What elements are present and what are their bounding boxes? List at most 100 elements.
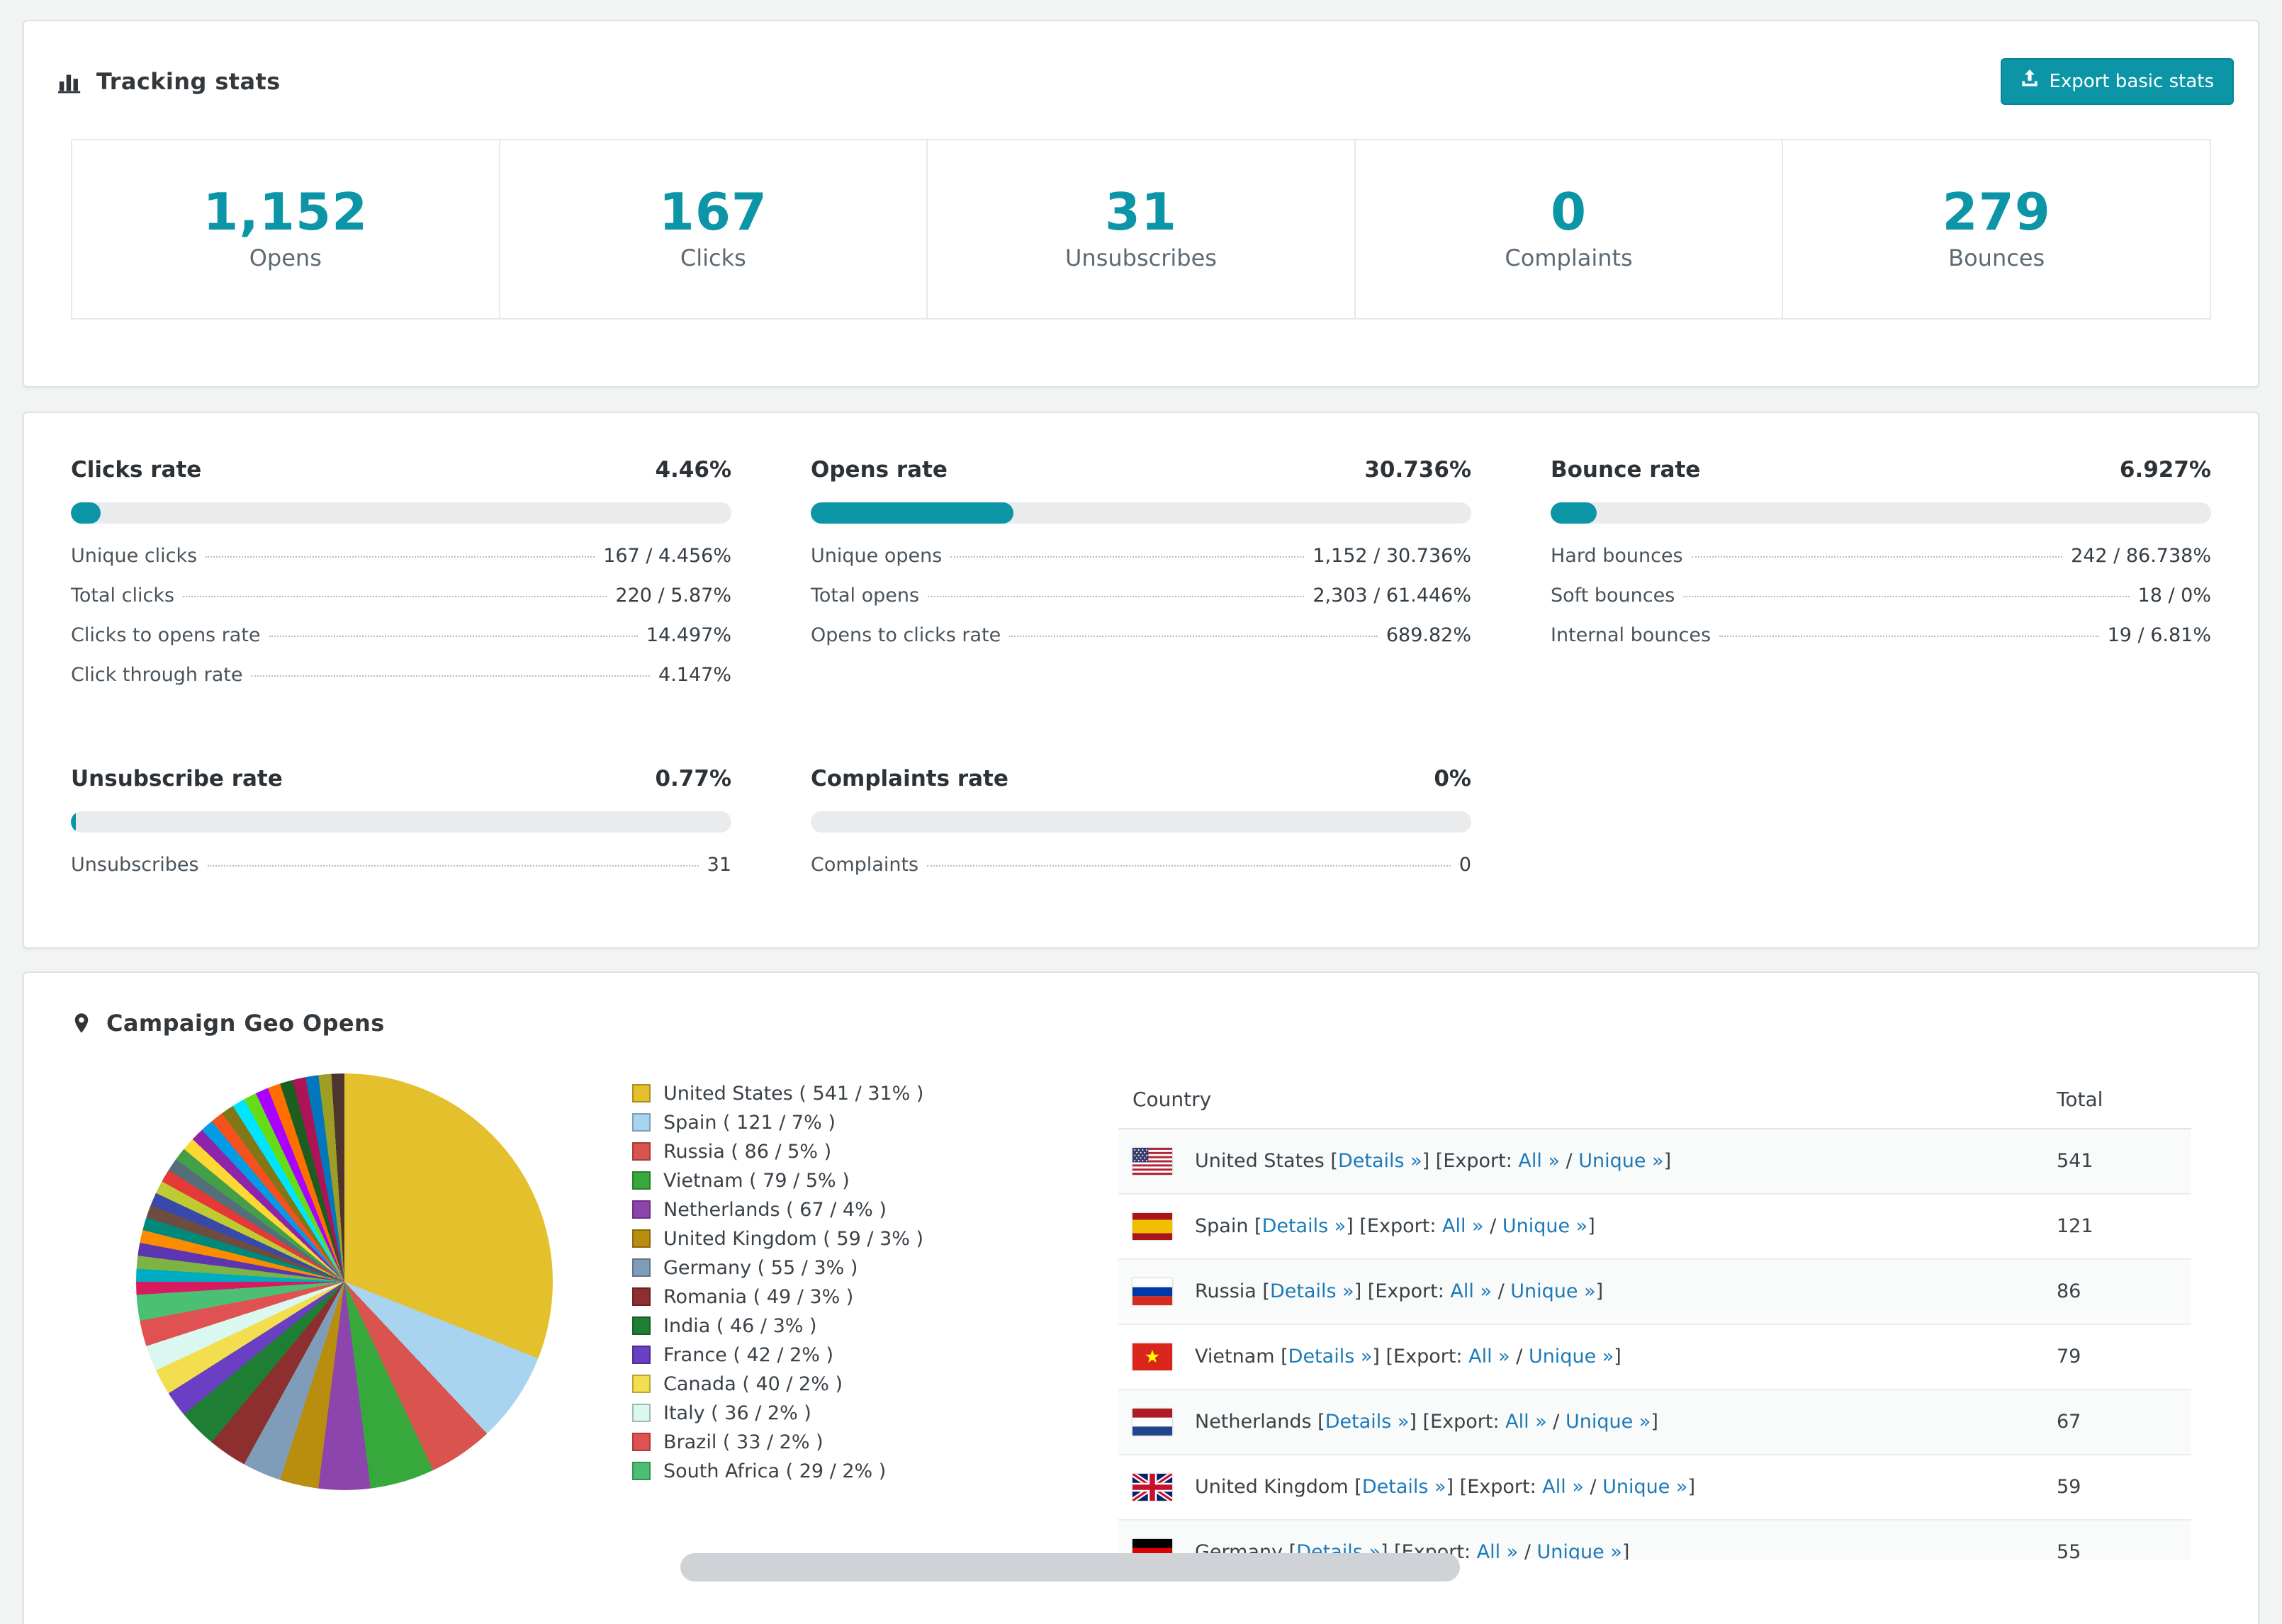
legend-swatch (632, 1229, 651, 1248)
export-icon (2020, 69, 2039, 94)
legend-item-united-kingdom: United Kingdom ( 59 / 3% ) (632, 1224, 1036, 1253)
export-unique-link[interactable]: Unique » (1566, 1411, 1651, 1433)
rate-title: Complaints rate (811, 765, 1008, 791)
geo-table-row-spain: Spain [Details »] [Export: All » / Uniqu… (1118, 1193, 2191, 1260)
export-all-link[interactable]: All » (1518, 1150, 1560, 1172)
dotted-leader (1691, 556, 2063, 558)
legend-label: Vietnam ( 79 / 5% ) (663, 1169, 850, 1192)
legend-item-russia: Russia ( 86 / 5% ) (632, 1137, 1036, 1166)
details-link[interactable]: Details » (1338, 1150, 1422, 1172)
dotted-leader (1719, 635, 2099, 637)
geo-table-row-russia: Russia [Details »] [Export: All » / Uniq… (1118, 1258, 2191, 1325)
country-total: 55 (2042, 1519, 2191, 1560)
map-pin-icon (71, 1011, 92, 1035)
stat-clicks: 167 Clicks (500, 140, 928, 318)
progress-bar-fill (71, 502, 101, 524)
rate-row-label: Total opens (811, 584, 920, 607)
rate-head: Clicks rate 4.46% (71, 457, 731, 483)
legend-swatch (632, 1462, 651, 1481)
rate-row-value: 18 / 0% (2137, 584, 2211, 607)
stat-value: 167 (658, 182, 768, 242)
country-cell: United States [Details »] [Export: All »… (1118, 1128, 2042, 1195)
column-header-country: Country (1118, 1070, 2042, 1129)
export-all-link[interactable]: All » (1442, 1215, 1484, 1237)
flag-ru-icon (1132, 1278, 1172, 1305)
legend-swatch (632, 1346, 651, 1365)
details-link[interactable]: Details » (1270, 1280, 1354, 1302)
flag-us-icon (1132, 1147, 1172, 1175)
legend-label: United Kingdom ( 59 / 3% ) (663, 1227, 923, 1250)
rate-title: Clicks rate (71, 456, 202, 483)
rate-row: Click through rate 4.147% (71, 664, 731, 704)
progress-bar-fill (71, 811, 77, 833)
rate-block-bounce-rate: Bounce rate 6.927% Hard bounces 242 / 86.73… (1551, 457, 2211, 704)
country-cell: Russia [Details »] [Export: All » / Uniq… (1118, 1258, 2042, 1325)
export-unique-link[interactable]: Unique » (1502, 1215, 1587, 1237)
legend-swatch (632, 1113, 651, 1132)
export-all-link[interactable]: All » (1505, 1411, 1547, 1433)
rate-rows: Hard bounces 242 / 86.738% Soft bounces 18 … (1551, 545, 2211, 664)
legend-swatch (632, 1258, 651, 1278)
legend-swatch (632, 1084, 651, 1103)
progress-bar (811, 811, 1471, 833)
rate-row-label: Unique clicks (71, 544, 198, 567)
legend-swatch (632, 1404, 651, 1423)
rate-row-value: 167 / 4.456% (603, 544, 731, 567)
stat-value: 279 (1942, 182, 2051, 242)
rate-row: Opens to clicks rate 689.82% (811, 624, 1471, 664)
rate-row: Unsubscribes 31 (71, 854, 731, 893)
export-all-link[interactable]: All » (1542, 1476, 1584, 1498)
horizontal-scrollbar[interactable] (680, 1553, 1460, 1581)
export-all-link[interactable]: All » (1477, 1541, 1519, 1560)
page: Tracking stats Export basic stats 1,152 O… (0, 0, 2282, 1624)
rate-row-label: Opens to clicks rate (811, 624, 1001, 646)
country-text: Spain [Details »] [Export: All » / Uniqu… (1195, 1215, 1595, 1238)
country-cell: Netherlands [Details »] [Export: All » /… (1118, 1389, 2042, 1455)
export-unique-link[interactable]: Unique » (1510, 1280, 1595, 1302)
dotted-leader (927, 864, 1451, 867)
legend-swatch (632, 1171, 651, 1190)
geo-pie-chart (136, 1073, 553, 1490)
flag-nl-icon (1132, 1408, 1172, 1436)
geo-table-wrap: Country Total United States [Details »] … (1118, 1070, 2191, 1560)
progress-bar (71, 811, 731, 833)
rate-row-value: 31 (707, 853, 731, 876)
legend-label: Italy ( 36 / 2% ) (663, 1402, 811, 1424)
tracking-stats-header: Tracking stats Export basic stats (24, 21, 2258, 139)
geo-table-row-united-kingdom: United Kingdom [Details »] [Export: All … (1118, 1454, 2191, 1521)
export-unique-link[interactable]: Unique » (1578, 1150, 1663, 1172)
country-cell: Spain [Details »] [Export: All » / Uniqu… (1118, 1193, 2042, 1260)
legend-label: Romania ( 49 / 3% ) (663, 1285, 854, 1308)
rate-row: Total clicks 220 / 5.87% (71, 585, 731, 624)
progress-bar-fill (1551, 502, 1597, 524)
export-unique-link[interactable]: Unique » (1529, 1346, 1614, 1368)
geo-table: Country Total United States [Details »] … (1118, 1070, 2191, 1560)
rate-row: Unique clicks 167 / 4.456% (71, 545, 731, 585)
rate-block-complaints-rate: Complaints rate 0% Complaints 0 (811, 766, 1471, 893)
rate-row-value: 0 (1458, 853, 1471, 876)
details-link[interactable]: Details » (1262, 1215, 1347, 1237)
export-unique-link[interactable]: Unique » (1537, 1541, 1622, 1560)
export-all-link[interactable]: All » (1450, 1280, 1492, 1302)
legend-swatch (632, 1142, 651, 1161)
details-link[interactable]: Details » (1362, 1476, 1446, 1498)
rate-title: Opens rate (811, 456, 948, 483)
rate-row-label: Click through rate (71, 663, 243, 686)
dotted-leader (207, 864, 699, 867)
rate-row-value: 19 / 6.81% (2107, 624, 2211, 646)
legend-label: India ( 46 / 3% ) (663, 1314, 817, 1337)
details-link[interactable]: Details » (1325, 1411, 1410, 1433)
country-text: Netherlands [Details »] [Export: All » /… (1195, 1411, 1658, 1433)
flag-es-icon (1132, 1212, 1172, 1240)
rate-row-label: Complaints (811, 853, 919, 876)
country-text: Russia [Details »] [Export: All » / Uniq… (1195, 1280, 1604, 1303)
export-basic-stats-button[interactable]: Export basic stats (2001, 58, 2234, 106)
legend-item-united-states: United States ( 541 / 31% ) (632, 1079, 1036, 1108)
export-all-link[interactable]: All » (1468, 1346, 1510, 1368)
legend-label: Canada ( 40 / 2% ) (663, 1372, 843, 1395)
dotted-leader (950, 556, 1305, 558)
details-link[interactable]: Details » (1288, 1346, 1373, 1368)
pie-legend: United States ( 541 / 31% ) Spain ( 121 /… (632, 1071, 1036, 1486)
flag-vn-icon (1132, 1343, 1172, 1370)
export-unique-link[interactable]: Unique » (1602, 1476, 1687, 1498)
